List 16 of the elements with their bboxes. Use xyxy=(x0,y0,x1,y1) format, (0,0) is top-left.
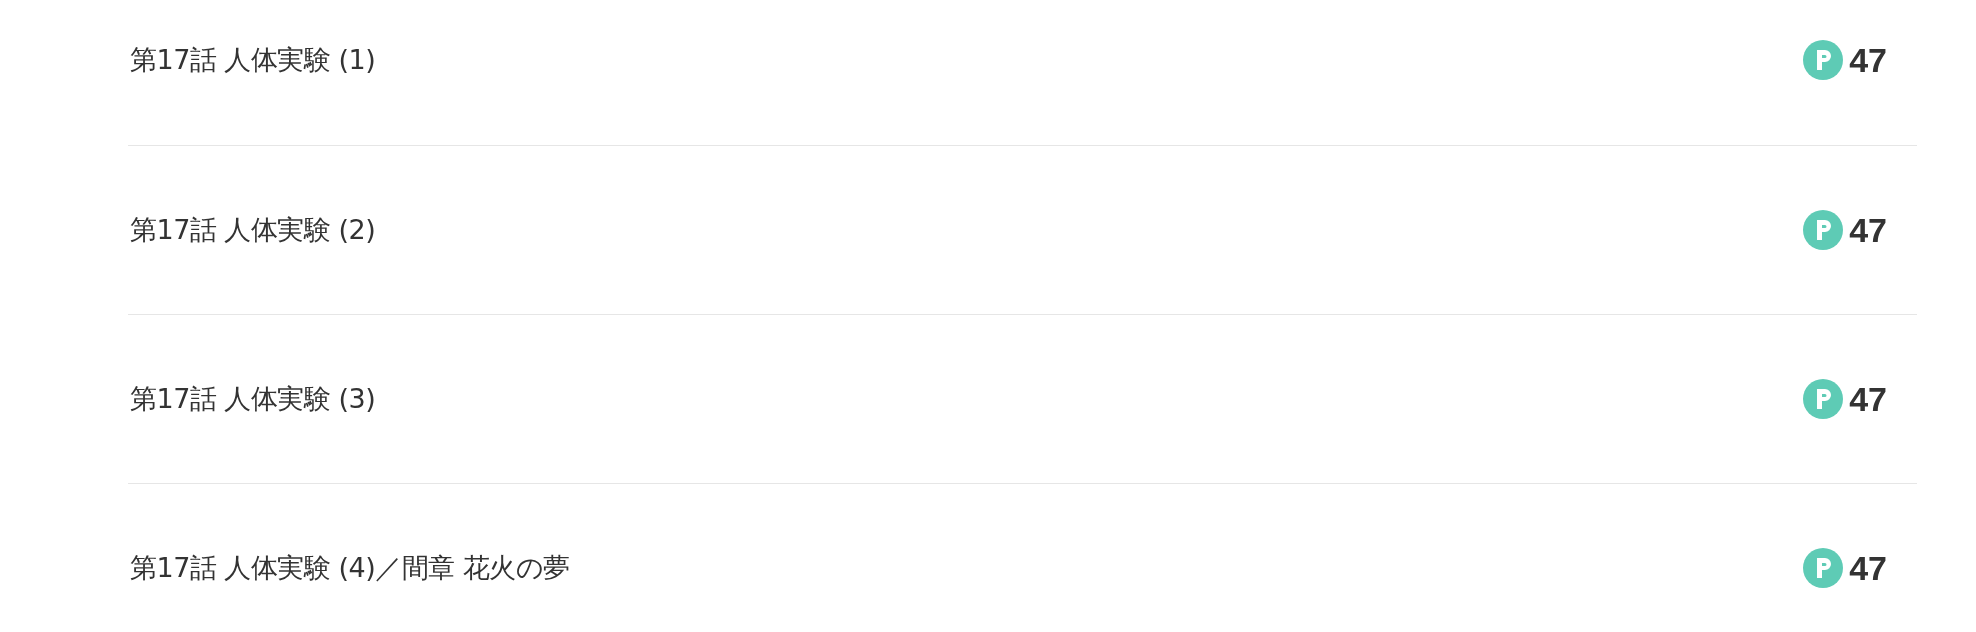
point-price: 47 xyxy=(1849,548,1887,588)
point-coin-icon xyxy=(1803,40,1844,80)
point-coin-icon xyxy=(1803,379,1844,419)
episode-title: 第17話 人体実験 (4)／間章 花火の夢 xyxy=(130,551,570,585)
episode-row[interactable]: 第17話 人体実験 (3) 47 xyxy=(128,315,1917,484)
episode-title: 第17話 人体実験 (2) xyxy=(130,213,376,247)
point-price: 47 xyxy=(1849,40,1887,80)
episode-row[interactable]: 第17話 人体実験 (4)／間章 花火の夢 47 xyxy=(128,484,1917,632)
episode-title: 第17話 人体実験 (3) xyxy=(130,382,376,416)
point-price: 47 xyxy=(1849,210,1887,250)
episode-title: 第17話 人体実験 (1) xyxy=(130,43,376,77)
point-coin-icon xyxy=(1803,210,1844,250)
episode-row[interactable]: 第17話 人体実験 (2) 47 xyxy=(128,146,1917,315)
point-price: 47 xyxy=(1849,379,1887,419)
point-coin-icon xyxy=(1803,548,1844,588)
episode-row[interactable]: 第17話 人体実験 (1) 47 xyxy=(128,0,1917,146)
